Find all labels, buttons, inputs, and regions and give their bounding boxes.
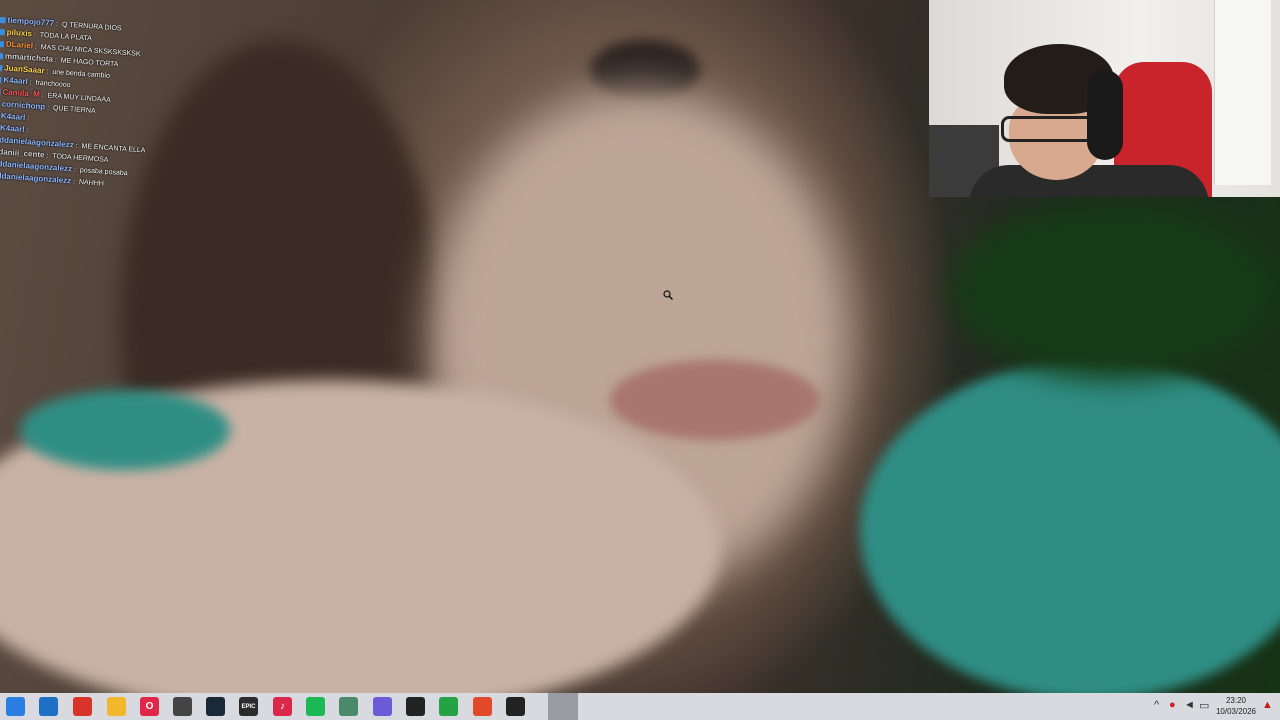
chat-text: NAHHH: [78, 178, 105, 188]
taskbar: O EPIC ♪ ^ ● ◄ ▭ 23:20 10/03/2026 ▲: [0, 693, 1280, 720]
chat-username: tiempojo777: [7, 15, 55, 28]
headset-icon: [1087, 70, 1123, 160]
active-window-icon[interactable]: [548, 693, 578, 720]
clock-time: 23:20: [1225, 696, 1247, 705]
file-explorer-icon[interactable]: [107, 697, 126, 716]
chat-separator: :: [44, 68, 51, 76]
chat-separator: :: [52, 56, 59, 65]
chat-separator: :: [31, 31, 39, 39]
notification-bell-icon[interactable]: ▲: [1262, 699, 1273, 711]
capcut-icon-2[interactable]: [506, 697, 525, 716]
chat-username: K4aarl: [0, 111, 26, 123]
chat-username: mmartichota: [4, 51, 54, 64]
microsoft-store-icon[interactable]: [39, 697, 58, 716]
chat-username: piluxis: [6, 27, 33, 39]
chat-badge-icon: [0, 41, 5, 48]
lips-region: [610, 360, 820, 440]
spotify-icon[interactable]: [306, 697, 325, 716]
start-icon[interactable]: [6, 697, 25, 716]
shirt-region: [860, 360, 1280, 693]
messenger-icon[interactable]: [373, 697, 392, 716]
microphone-icon[interactable]: ●: [1169, 699, 1176, 711]
chat-separator: :: [71, 166, 79, 174]
chat-separator: :: [24, 126, 29, 135]
epic-games-icon[interactable]: EPIC: [239, 697, 258, 716]
opera-icon[interactable]: O: [140, 697, 159, 716]
webcam-door: [1214, 0, 1271, 185]
chat-separator: :: [27, 79, 34, 87]
volume-icon[interactable]: ◄: [1184, 699, 1195, 711]
tiktok-icon[interactable]: ♪: [273, 697, 292, 716]
chat-username: DLariel: [5, 39, 34, 51]
streamer-body: [969, 165, 1209, 197]
chat-separator: :: [53, 20, 61, 29]
chat-username: K4aarl: [0, 123, 25, 134]
chat-text: franchoooo: [35, 79, 71, 90]
chat-separator: :: [44, 104, 52, 112]
chat-badge-icon: [0, 53, 4, 60]
chat-overlay: tiempojo777 : Q TERNURA DIOS piluxis : TO…: [0, 14, 160, 193]
chat-text: QUE TIERNA: [52, 104, 96, 115]
chat-separator: :: [32, 43, 39, 51]
chat-username: cornichonp: [1, 99, 46, 112]
chat-separator: :: [39, 91, 46, 100]
app-window-icon[interactable]: [339, 697, 358, 716]
tray-overflow-chevron-icon[interactable]: ^: [1154, 699, 1159, 711]
chat-username: JuanSaaar: [3, 63, 45, 76]
chat-badge-icon: [0, 65, 3, 72]
chrome-icon[interactable]: [73, 697, 92, 716]
chat-badge-icon: [0, 17, 6, 24]
streamer-webcam: [929, 0, 1280, 197]
chat-badge-icon: [0, 29, 5, 36]
chat-username: K4aarl: [3, 75, 29, 87]
game-app-icon[interactable]: [173, 697, 192, 716]
system-clock[interactable]: 23:20 10/03/2026: [1214, 695, 1258, 717]
zoom-cursor-icon: [663, 290, 673, 300]
sleeve-region: [20, 390, 230, 470]
chat-separator: :: [44, 152, 51, 160]
capcut-icon[interactable]: [406, 697, 425, 716]
whatsapp-icon[interactable]: [439, 697, 458, 716]
chat-badge-icon: [0, 77, 2, 84]
network-icon[interactable]: ▭: [1199, 699, 1209, 712]
chat-badge-icon: [0, 88, 1, 96]
chat-username: daniii_cente: [0, 147, 45, 160]
streaming-app-icon[interactable]: [473, 697, 492, 716]
steam-icon[interactable]: [206, 697, 225, 716]
chat-separator: :: [70, 178, 78, 186]
clock-date: 10/03/2026: [1215, 707, 1257, 716]
chat-separator: :: [73, 142, 80, 150]
chat-separator: :: [24, 115, 30, 123]
green-background-region: [950, 200, 1280, 380]
chat-username: Camila_M: [2, 87, 41, 99]
